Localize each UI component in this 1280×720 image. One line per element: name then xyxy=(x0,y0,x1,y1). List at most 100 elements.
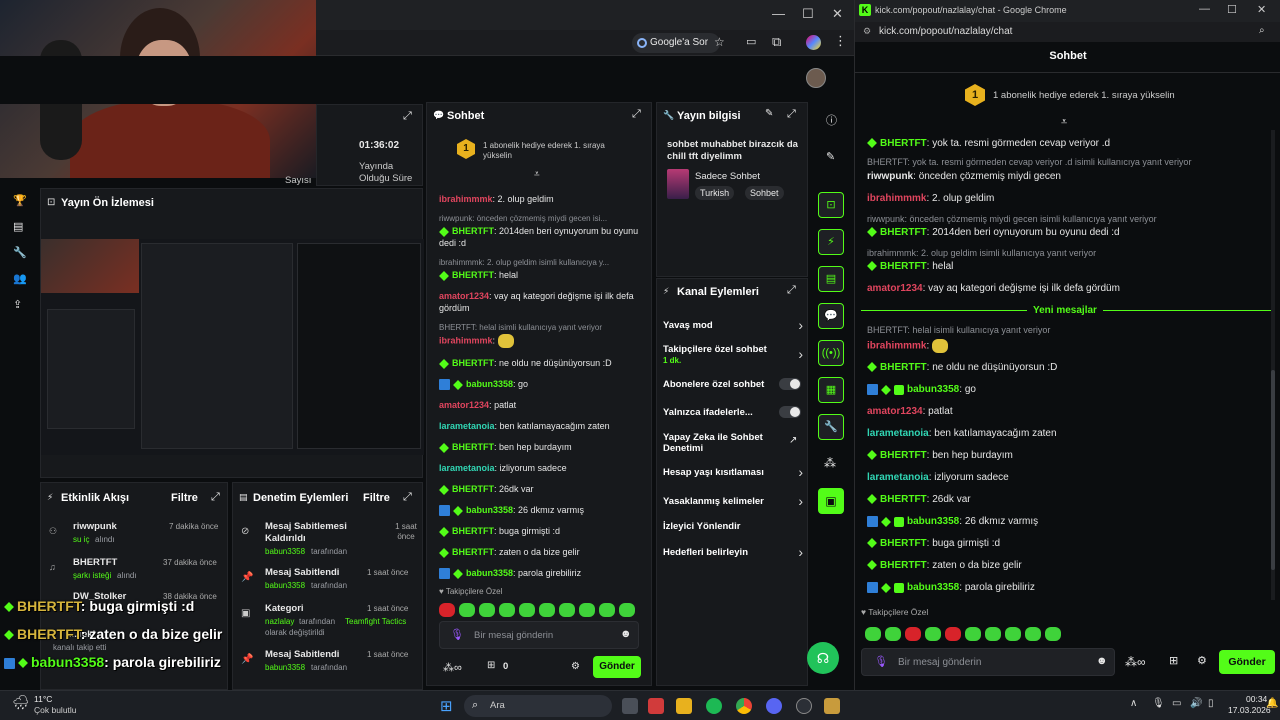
layout-toggle-icon[interactable]: ▦ xyxy=(818,377,844,403)
google-ask-chip[interactable]: Google'a Sor xyxy=(632,33,720,53)
site-info-icon[interactable]: ⚙ xyxy=(863,26,871,37)
league-icon[interactable] xyxy=(824,698,840,714)
action-followers-only[interactable]: Takipçilere özel sohbet 1 dk. › xyxy=(663,343,803,367)
left-address-bar[interactable]: Google'a Sor ☆ ▭ ⧉ ⋮ xyxy=(316,30,854,56)
network-icon[interactable]: ▭ xyxy=(1172,698,1181,709)
close-button[interactable]: ✕ xyxy=(1257,3,1266,16)
action-emote-only[interactable]: Yalnızca ifadelerle... xyxy=(663,405,803,423)
chat-username[interactable]: amator1234 xyxy=(439,291,489,301)
chat-input[interactable]: 🎙 Bir mesaj gönderin ☻ xyxy=(861,648,1115,676)
chat-message[interactable]: larametanoia: izliyorum sadece xyxy=(439,462,645,474)
popout-icon[interactable]: ⤢ xyxy=(403,110,412,123)
gift-banner[interactable]: 1 abonelik hediye ederek 1. sıraya yükse… xyxy=(483,141,623,161)
chat-message[interactable]: babun3358: 26 dkmız varmış xyxy=(867,516,1038,527)
chat-username[interactable]: BHERTFT xyxy=(880,494,927,505)
emoji-icon[interactable]: ☻ xyxy=(620,628,632,640)
chat-message[interactable]: ibrahimmmk: 2. olup geldim xyxy=(867,193,994,204)
avatar[interactable] xyxy=(806,68,826,88)
extensions-icon[interactable]: ⧉ xyxy=(772,34,781,50)
chat-message[interactable]: babun3358: go xyxy=(867,384,976,395)
chat-username[interactable]: amator1234 xyxy=(867,406,923,417)
chat-username[interactable]: babun3358 xyxy=(466,568,513,578)
chat-username[interactable]: babun3358 xyxy=(907,516,959,527)
chat-message[interactable]: babun3358: parola girebiliriz xyxy=(439,567,645,580)
category-thumbnail[interactable] xyxy=(667,169,689,199)
clock-date[interactable]: 17.03.2026 xyxy=(1228,705,1271,715)
discord-icon[interactable] xyxy=(766,698,782,714)
chat-username[interactable]: BHERTFT xyxy=(880,138,927,149)
upload-icon[interactable]: ⇪ xyxy=(13,298,22,311)
action-subscribers-only[interactable]: Abonelere özel sohbet xyxy=(663,377,803,395)
users-icon[interactable]: 👥 xyxy=(13,272,27,285)
obs-icon[interactable] xyxy=(796,698,812,714)
file-explorer-icon[interactable] xyxy=(676,698,692,714)
mic-icon[interactable]: 🎙 xyxy=(874,655,888,668)
action-slow-mode[interactable]: Yavaş mod › xyxy=(663,317,803,335)
clock-time[interactable]: 00:34 xyxy=(1246,694,1267,704)
action-goals[interactable]: Hedefleri belirleyin › xyxy=(663,544,803,563)
info-icon[interactable]: ⓘ xyxy=(826,112,837,128)
chat-message[interactable]: BHERTFT: 26dk var xyxy=(867,494,971,505)
scrollbar[interactable] xyxy=(1271,130,1275,600)
chat-username[interactable]: BHERTFT xyxy=(880,362,927,373)
activity-filter-button[interactable]: Filtre xyxy=(171,492,198,504)
chat-username[interactable]: amator1234 xyxy=(439,400,489,410)
notification-bell-icon[interactable]: 🔔 xyxy=(1266,698,1278,709)
menu-kebab-icon[interactable]: ⋮ xyxy=(834,33,847,49)
chat-username[interactable]: BHERTFT xyxy=(880,538,927,549)
settings-gear-icon[interactable]: ⚙ xyxy=(1197,654,1207,667)
chat-username[interactable]: BHERTFT xyxy=(452,484,494,494)
chat-username[interactable]: ibrahimmmk xyxy=(439,335,493,345)
minimize-button[interactable]: — xyxy=(772,6,785,21)
close-button[interactable]: ✕ xyxy=(832,6,843,22)
gift-icon[interactable]: ⊞ xyxy=(487,660,495,671)
chat-message[interactable]: ibrahimmmk: xyxy=(439,334,645,348)
chat-message[interactable]: BHERTFT: ben hep burdayım xyxy=(867,450,1013,461)
tray-chevron-icon[interactable]: ∧ xyxy=(1130,698,1137,709)
chat-username[interactable]: BHERTFT xyxy=(452,358,494,368)
chat-message[interactable]: BHERTFT: buga girmişti :d xyxy=(439,525,645,537)
chat-message[interactable]: BHERTFT: buga girmişti :d xyxy=(867,538,1000,549)
chat-username[interactable]: BHERTFT xyxy=(452,547,494,557)
chat-username[interactable]: larametanoia xyxy=(867,428,929,439)
popout-icon[interactable]: ⤢ xyxy=(787,284,796,297)
bookmark-star-icon[interactable]: ☆ xyxy=(714,35,725,49)
kick-points-icon[interactable]: ⁂∞ xyxy=(443,661,462,674)
chat-username[interactable]: BHERTFT xyxy=(452,526,494,536)
action-banned-words[interactable]: Yasaklanmış kelimeler › xyxy=(663,493,803,512)
chat-username[interactable]: riwwpunk xyxy=(867,171,913,182)
emote-bar[interactable] xyxy=(439,601,639,617)
minimize-button[interactable]: — xyxy=(1199,3,1210,15)
chat-message[interactable]: larametanoia: izliyorum sadece xyxy=(867,472,1009,483)
chat-username[interactable]: ibrahimmmk xyxy=(867,193,926,204)
emoji-icon[interactable]: ☻ xyxy=(1096,655,1108,667)
library-icon[interactable]: ▤ xyxy=(13,220,23,233)
maximize-button[interactable]: ☐ xyxy=(802,6,814,22)
chat-message[interactable]: ibrahimmmk: 2. olup geldim xyxy=(439,193,645,205)
chat-username[interactable]: BHERTFT xyxy=(880,450,927,461)
broadcast-toggle-icon[interactable]: ((•)) xyxy=(818,340,844,366)
emote-only-toggle[interactable] xyxy=(779,406,801,418)
collapse-icon[interactable]: ⩡ xyxy=(1061,116,1067,129)
weather-icon[interactable]: 🌧 xyxy=(12,694,30,711)
chat-message[interactable]: BHERTFT: helal xyxy=(867,261,953,272)
chat-username[interactable]: BHERTFT xyxy=(452,270,494,280)
app-icon[interactable] xyxy=(648,698,664,714)
chat-username[interactable]: larametanoia xyxy=(867,472,929,483)
chat-username[interactable]: ibrahimmmk xyxy=(439,194,493,204)
chat-message[interactable]: amator1234: patlat xyxy=(439,399,645,411)
spotify-icon[interactable] xyxy=(706,698,722,714)
chat-username[interactable]: babun3358 xyxy=(466,505,513,515)
chat-message[interactable]: BHERTFT: 2014den beri oynuyorum bu oyunu… xyxy=(439,225,645,249)
preview-video[interactable] xyxy=(41,239,424,455)
popout-icon[interactable]: ⤢ xyxy=(211,491,220,504)
maximize-button[interactable]: ☐ xyxy=(1227,3,1237,16)
chrome-icon[interactable] xyxy=(736,698,752,714)
popout-address-bar[interactable]: ⚙ kick.com/popout/nazlalay/chat ⌕ xyxy=(855,22,1280,42)
chat-message[interactable]: amator1234: vay aq kategori değişme işi … xyxy=(439,290,645,314)
chat-message[interactable]: BHERTFT: helal xyxy=(439,269,645,281)
action-host[interactable]: İzleyici Yönlendir xyxy=(663,519,803,537)
bolt-toggle-icon[interactable]: ⚡ xyxy=(818,229,844,255)
chat-message[interactable]: larametanoia: ben katılamayacağım zaten xyxy=(439,420,645,432)
collapse-icon[interactable]: ⩡ xyxy=(534,169,540,180)
